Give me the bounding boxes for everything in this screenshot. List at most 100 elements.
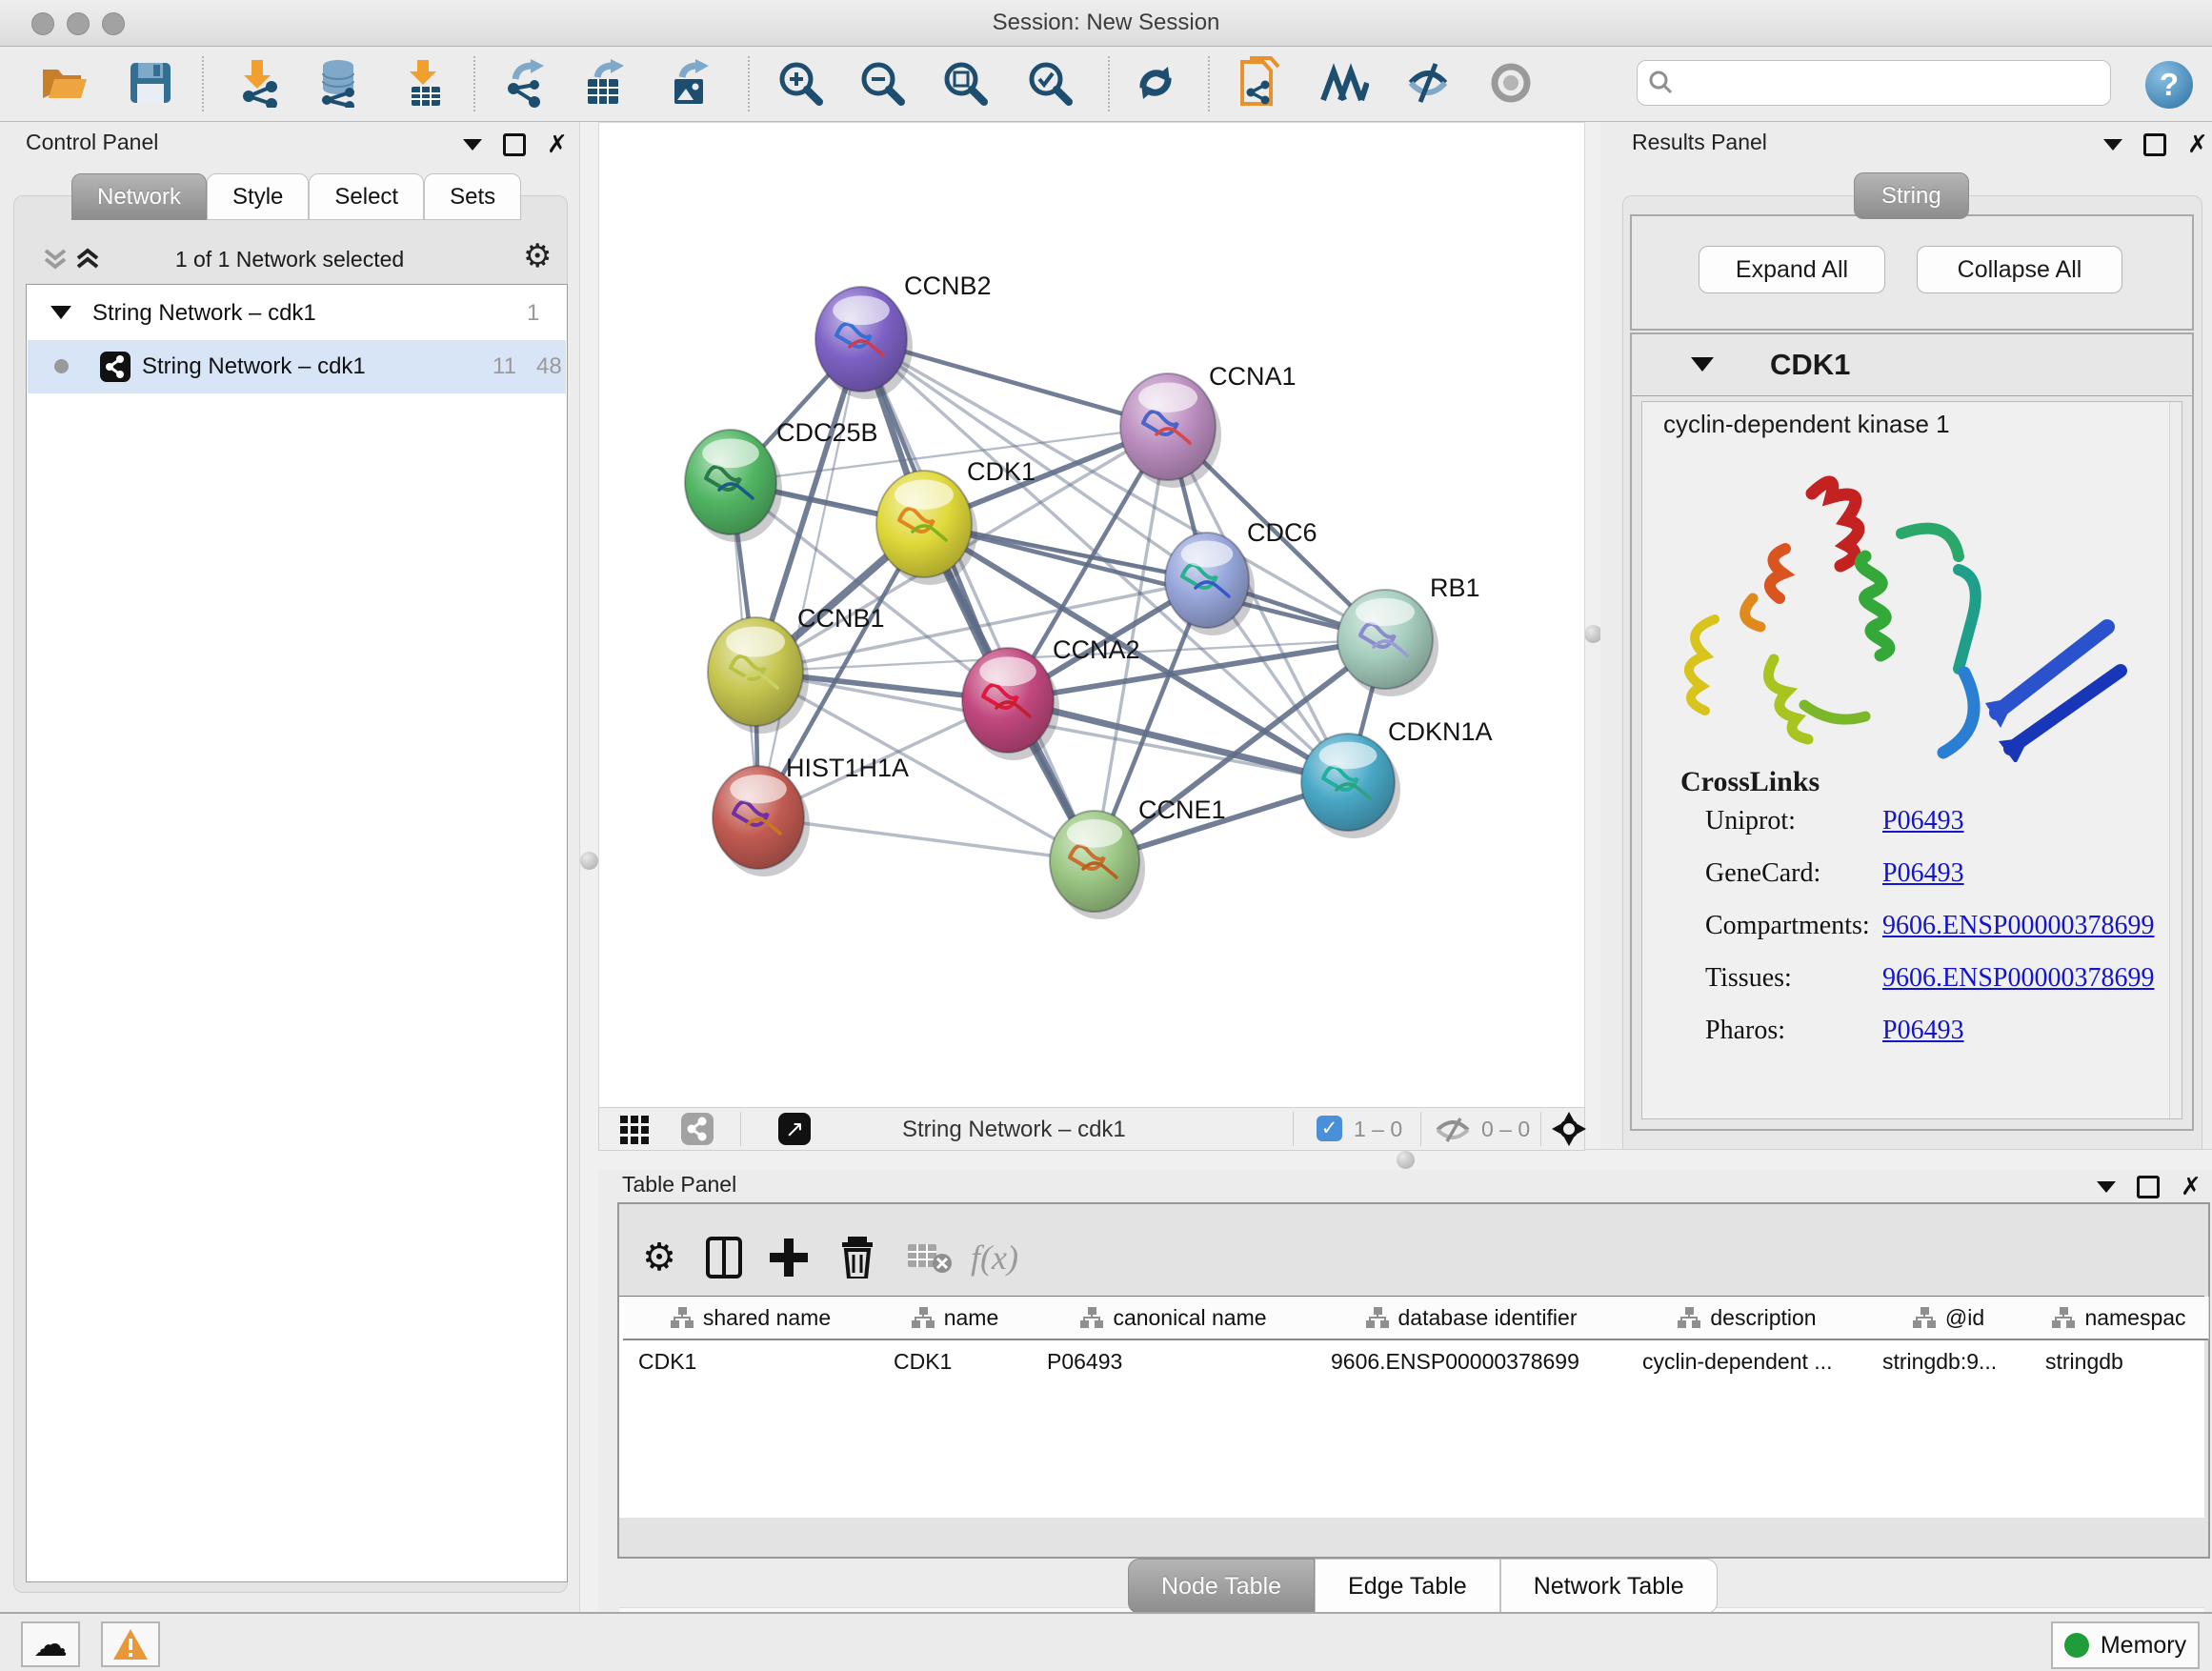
float-panel-icon[interactable] [2103, 139, 2122, 151]
crosslink-link[interactable]: 9606.ENSP00000378699 [1882, 963, 2154, 994]
show-columns-icon[interactable] [699, 1233, 749, 1282]
network-node-CCNA1[interactable]: CCNA1 [1120, 362, 1297, 488]
tab-network[interactable]: Network [71, 173, 207, 220]
network-collection-row[interactable]: String Network – cdk1 1 [28, 287, 566, 340]
search-input[interactable] [1637, 60, 2111, 106]
card-scrollbar[interactable] [2169, 402, 2182, 1118]
create-column-icon[interactable] [764, 1233, 814, 1282]
collapse-all-button[interactable]: Collapse All [1917, 246, 2122, 293]
network-overview-icon[interactable] [681, 1113, 714, 1145]
node-label: CCNE1 [1138, 795, 1226, 824]
collapse-card-icon[interactable] [1691, 357, 1714, 372]
table-cell[interactable]: CDK1 [878, 1340, 1032, 1382]
table-cell[interactable]: stringdb [2030, 1340, 2208, 1382]
import-network-icon [235, 58, 281, 108]
network-canvas[interactable]: CCNB2CCNA1CDC25BCDK1CDC6RB1CCNB1CCNA2CDK… [598, 122, 1585, 1109]
network-node-HIST1H1A[interactable]: HIST1H1A [713, 754, 909, 876]
table-cell[interactable]: CDK1 [623, 1340, 878, 1382]
import-network-from-database-button[interactable] [313, 58, 363, 108]
zoom-in-button[interactable] [775, 58, 825, 108]
export-network-button[interactable] [500, 58, 550, 108]
detach-view-icon[interactable]: ↗ [778, 1113, 811, 1145]
tab-network-table[interactable]: Network Table [1500, 1559, 1718, 1614]
network-node-CDKN1A[interactable]: CDKN1A [1301, 717, 1493, 838]
memory-button[interactable]: Memory [2051, 1621, 2200, 1669]
table-options-gear-icon[interactable]: ⚙ [634, 1233, 684, 1282]
birds-eye-view-icon[interactable] [1552, 1112, 1586, 1146]
import-network-from-file-button[interactable] [233, 58, 283, 108]
function-builder-icon[interactable]: f(x) [970, 1233, 1019, 1282]
network-node-RB1[interactable]: RB1 [1337, 574, 1480, 696]
node-table[interactable]: shared namenamecanonical namedatabase id… [619, 1296, 2204, 1518]
zoom-fit-content-button[interactable] [940, 58, 990, 108]
selected-items-checkbox-icon[interactable]: ✓ [1317, 1116, 1342, 1141]
column-header-@id[interactable]: @id [1867, 1297, 2031, 1340]
node-label: CCNB1 [797, 604, 885, 633]
table-cell[interactable]: 9606.ENSP00000378699 [1316, 1340, 1627, 1382]
table-cell[interactable]: P06493 [1032, 1340, 1316, 1382]
show-all-button[interactable] [1486, 58, 1536, 108]
network-edge[interactable] [758, 339, 861, 817]
delete-table-icon[interactable] [905, 1233, 955, 1282]
left-splitter[interactable] [579, 122, 600, 1612]
network-node-CCNB2[interactable]: CCNB2 [815, 272, 992, 399]
network-node-CCNB1[interactable]: CCNB1 [708, 604, 885, 734]
hide-eye-icon [1403, 60, 1453, 106]
open-session-button[interactable] [40, 58, 90, 108]
maximize-panel-icon[interactable] [2143, 133, 2166, 156]
maximize-panel-icon[interactable] [503, 133, 526, 156]
crosslink-link[interactable]: P06493 [1882, 858, 1964, 889]
tab-node-table[interactable]: Node Table [1128, 1559, 1315, 1614]
zoom-out-button[interactable] [857, 58, 907, 108]
splitter-handle[interactable] [1397, 1151, 1415, 1169]
crosslink-link[interactable]: P06493 [1882, 806, 1964, 836]
collection-expander-icon[interactable] [50, 306, 71, 319]
column-header-database-identifier[interactable]: database identifier [1316, 1297, 1628, 1340]
column-header-namespac[interactable]: namespac [2030, 1297, 2209, 1340]
expand-all-button[interactable]: Expand All [1699, 246, 1885, 293]
table-cell[interactable]: cyclin-dependent ... [1627, 1340, 1867, 1382]
crosslink-link[interactable]: 9606.ENSP00000378699 [1882, 911, 2154, 941]
save-session-button[interactable] [126, 58, 175, 108]
tab-style[interactable]: Style [207, 173, 309, 220]
tab-edge-table[interactable]: Edge Table [1315, 1559, 1500, 1614]
crosslink-link[interactable]: P06493 [1882, 1016, 1964, 1046]
network-row[interactable]: String Network – cdk1 11 48 [28, 340, 566, 393]
grid-view-icon[interactable] [620, 1116, 649, 1144]
column-header-description[interactable]: description [1627, 1297, 1868, 1340]
help-button[interactable]: ? [2145, 61, 2193, 109]
hidden-items-icon[interactable] [1434, 1117, 1472, 1142]
column-header-shared-name[interactable]: shared name [623, 1297, 879, 1340]
tab-sets[interactable]: Sets [424, 173, 521, 220]
horizontal-splitter[interactable] [598, 1149, 2212, 1172]
table-cell[interactable]: stringdb:9... [1867, 1340, 2030, 1382]
open-folder-icon [41, 62, 89, 104]
warnings-button[interactable] [101, 1621, 160, 1667]
network-edge[interactable] [861, 339, 1095, 861]
close-panel-icon[interactable]: ✗ [547, 136, 568, 153]
column-header-canonical-name[interactable]: canonical name [1032, 1297, 1317, 1340]
import-table-from-file-button[interactable] [400, 58, 450, 108]
zoom-selected-button[interactable] [1025, 58, 1075, 108]
float-panel-icon[interactable] [463, 139, 482, 151]
tab-string[interactable]: String [1854, 172, 1969, 219]
export-image-button[interactable] [665, 58, 714, 108]
first-neighbors-button[interactable] [1319, 58, 1369, 108]
cloud-status-button[interactable]: ☁ [21, 1621, 80, 1667]
delete-column-icon[interactable] [833, 1233, 882, 1282]
apply-preferred-layout-button[interactable] [1131, 58, 1180, 108]
float-panel-icon[interactable] [2097, 1181, 2116, 1193]
splitter-handle[interactable] [580, 852, 598, 870]
card-header[interactable]: CDK1 [1632, 334, 2192, 396]
close-panel-icon[interactable]: ✗ [2181, 1178, 2202, 1196]
network-options-gear-icon[interactable]: ⚙ [523, 237, 552, 275]
hide-selected-button[interactable] [1403, 58, 1453, 108]
network-node-CCNE1[interactable]: CCNE1 [1050, 795, 1226, 919]
crosslink-row: Compartments:9606.ENSP00000378699 [1705, 911, 2162, 963]
tab-select[interactable]: Select [309, 173, 424, 220]
clone-network-button[interactable] [1235, 58, 1284, 108]
maximize-panel-icon[interactable] [2137, 1176, 2160, 1198]
column-header-name[interactable]: name [878, 1297, 1033, 1340]
export-table-button[interactable] [580, 58, 630, 108]
close-panel-icon[interactable]: ✗ [2187, 136, 2208, 153]
